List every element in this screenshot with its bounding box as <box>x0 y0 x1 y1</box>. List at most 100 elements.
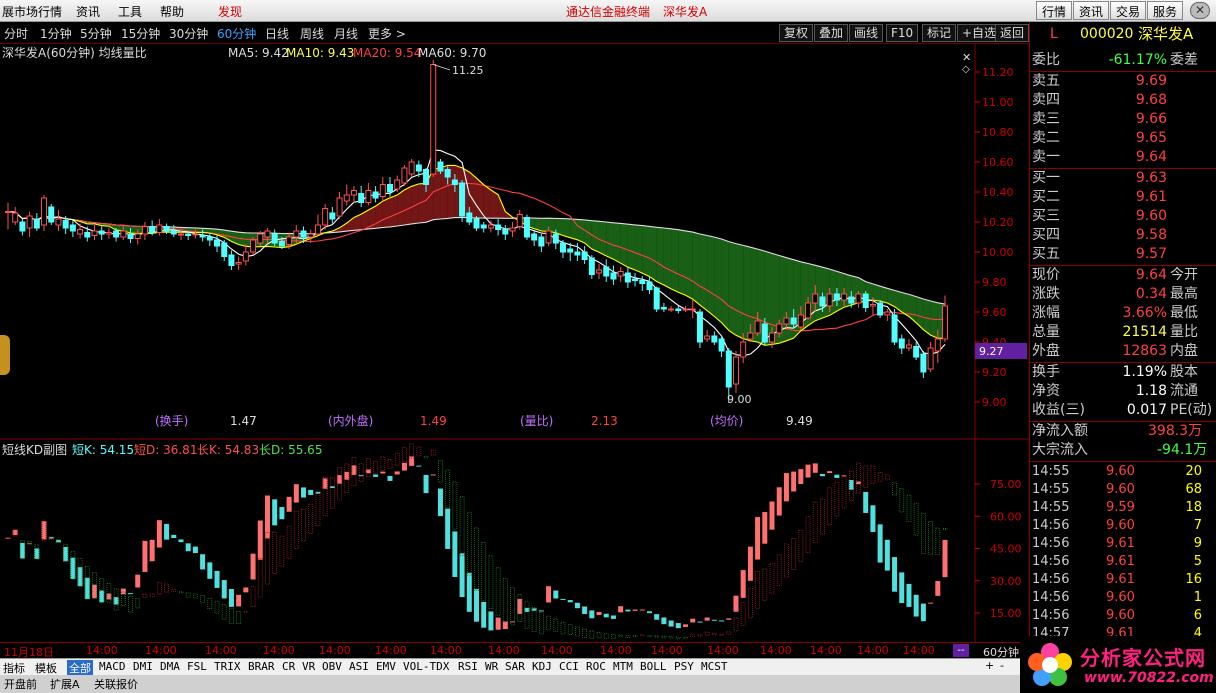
tab-dmi[interactable]: DMI <box>133 660 153 673</box>
menu-tools[interactable]: 工具 <box>118 3 142 20</box>
tick-row[interactable]: 14:56 9.61 9 <box>1030 535 1216 553</box>
tab-sar[interactable]: SAR <box>505 660 525 673</box>
bid-row[interactable]: 买三 9.60 <box>1030 207 1216 226</box>
stock-link[interactable]: 深华发A <box>663 3 707 20</box>
side-panel-toggle[interactable] <box>0 335 10 375</box>
period-15min[interactable]: 15分钟 <box>121 25 160 42</box>
period-1min[interactable]: 1分钟 <box>40 25 72 42</box>
candle <box>826 293 833 307</box>
candle <box>927 347 934 370</box>
tick-row[interactable]: 14:55 9.60 20 <box>1030 463 1216 481</box>
period-more[interactable]: 更多 > <box>368 25 406 42</box>
news-button[interactable]: 资讯 <box>1073 1 1110 20</box>
overlay-button[interactable]: 叠加 <box>814 24 849 42</box>
ask-row[interactable]: 卖三 9.66 <box>1030 110 1216 129</box>
kd-short-bar <box>711 619 717 621</box>
tab-brar[interactable]: BRAR <box>248 660 275 673</box>
bid-row[interactable]: 买五 9.57 <box>1030 245 1216 264</box>
ask-row[interactable]: 卖一 9.64 <box>1030 148 1216 167</box>
candle <box>754 320 761 334</box>
tab-kdj[interactable]: KDJ <box>532 660 552 673</box>
ask-row[interactable]: 卖五 9.69 <box>1030 72 1216 91</box>
tick-row[interactable]: 14:56 9.60 7 <box>1030 517 1216 535</box>
tab-全部[interactable]: 全部 <box>67 660 93 676</box>
tab-trix[interactable]: TRIX <box>214 660 241 673</box>
bid-row[interactable]: 买二 9.61 <box>1030 188 1216 207</box>
expand-chart-icon[interactable]: ◇ <box>962 64 970 75</box>
tab-rsi[interactable]: RSI <box>458 660 478 673</box>
ma-ribbon-segment <box>880 286 888 303</box>
kd-short-bar <box>207 562 213 579</box>
trade-button[interactable]: 交易 <box>1110 1 1147 20</box>
tab-mtm[interactable]: MTM <box>613 660 633 673</box>
period-60min[interactable]: 60分钟 <box>217 25 256 42</box>
menu-market[interactable]: 展市场行情 <box>2 3 62 20</box>
tick-row[interactable]: 14:56 9.61 5 <box>1030 553 1216 571</box>
period-day[interactable]: 日线 <box>265 25 289 42</box>
tick-row[interactable]: 14:56 9.60 6 <box>1030 607 1216 625</box>
tick-list[interactable]: 14:55 9.60 20 14:55 9.60 68 14:55 9.59 18 14:56 9.… <box>1030 463 1216 641</box>
period-month[interactable]: 月线 <box>334 25 358 42</box>
ask-row[interactable]: 卖四 9.68 <box>1030 91 1216 110</box>
tick-price: 9.61 <box>1106 572 1135 587</box>
tab-psy[interactable]: PSY <box>674 660 694 673</box>
period-timeshare[interactable]: 分时 <box>4 25 28 42</box>
tab-roc[interactable]: ROC <box>586 660 606 673</box>
tab-obv[interactable]: OBV <box>322 660 342 673</box>
menu-news[interactable]: 资讯 <box>76 3 100 20</box>
service-button[interactable]: 服务 <box>1147 1 1184 20</box>
close-icon[interactable]: ✕ <box>1190 2 1210 19</box>
ma-ribbon-segment <box>663 227 672 289</box>
kd-short-bar <box>913 594 919 617</box>
ask-row[interactable]: 卖二 9.65 <box>1030 129 1216 148</box>
menu-discover[interactable]: 发现 <box>218 3 242 20</box>
tab-emv[interactable]: EMV <box>376 660 396 673</box>
back-button[interactable]: 返回 <box>995 24 1029 42</box>
tab-mcst[interactable]: MCST <box>701 660 728 673</box>
chart-area[interactable]: 11.20 11.00 10.80 10.60 10.40 10.20 10.00 9.80 9… <box>0 44 1029 642</box>
period-5min[interactable]: 5分钟 <box>80 25 112 42</box>
mark-button[interactable]: 标记 <box>922 24 957 42</box>
zoom-out-button[interactable]: - <box>1000 659 1004 672</box>
tab-wr[interactable]: WR <box>485 660 498 673</box>
tab-asi[interactable]: ASI <box>349 660 369 673</box>
zoom-in-button[interactable]: + <box>985 659 994 672</box>
tab-vr[interactable]: VR <box>302 660 315 673</box>
tab-vol-tdx[interactable]: VOL-TDX <box>403 660 449 673</box>
candle <box>639 280 646 284</box>
terminal-link[interactable]: 通达信金融终端 <box>566 3 650 20</box>
tick-time: 14:56 <box>1032 518 1070 533</box>
x-axis-scroll-icon[interactable]: -- <box>953 644 969 657</box>
tab-指标[interactable]: 指标 <box>3 660 25 676</box>
bid-row[interactable]: 买一 9.63 <box>1030 169 1216 188</box>
close-chart-icon[interactable]: ✕ <box>962 51 971 64</box>
period-30min[interactable]: 30分钟 <box>169 25 208 42</box>
tab-fsl[interactable]: FSL <box>187 660 207 673</box>
period-week[interactable]: 周线 <box>300 25 324 42</box>
draw-line-button[interactable]: 画线 <box>849 24 884 42</box>
tab-related[interactable]: 关联报价 <box>94 676 138 692</box>
tick-row[interactable]: 14:55 9.59 18 <box>1030 499 1216 517</box>
tick-row[interactable]: 14:56 9.61 16 <box>1030 571 1216 589</box>
tab-dma[interactable]: DMA <box>160 660 180 673</box>
tab-macd[interactable]: MACD <box>99 660 126 673</box>
tab-preopen[interactable]: 开盘前 <box>4 676 37 692</box>
bid-row[interactable]: 买四 9.58 <box>1030 226 1216 245</box>
tab-cr[interactable]: CR <box>282 660 295 673</box>
tab-extended[interactable]: 扩展A <box>50 676 80 692</box>
tab-模板[interactable]: 模板 <box>35 660 57 676</box>
tab-cci[interactable]: CCI <box>559 660 579 673</box>
restore-rights-button[interactable]: 复权 <box>779 24 814 42</box>
tab-boll[interactable]: BOLL <box>640 660 667 673</box>
tick-row[interactable]: 14:56 9.60 1 <box>1030 589 1216 607</box>
candle <box>855 293 862 304</box>
quote-panel: L 000020 深华发A 委比 -61.17% 委差 卖五 9.69 卖四 9.6… <box>1029 22 1216 642</box>
menu-help[interactable]: 帮助 <box>160 3 184 20</box>
tick-row[interactable]: 14:55 9.60 68 <box>1030 481 1216 499</box>
quote-button[interactable]: 行情 <box>1036 1 1073 20</box>
candle <box>711 335 718 343</box>
tick-volume: 6 <box>1193 608 1202 623</box>
ma-ribbon-segment <box>613 222 621 264</box>
f10-button[interactable]: F10 <box>886 24 919 42</box>
kd-short-bar <box>373 474 379 477</box>
